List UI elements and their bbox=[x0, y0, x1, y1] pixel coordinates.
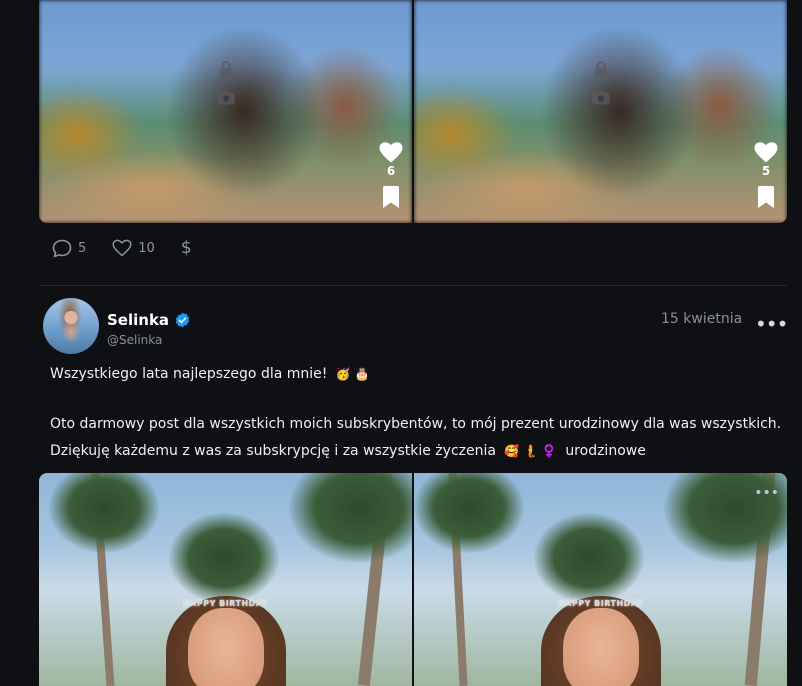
blurred-preview bbox=[414, 0, 787, 223]
post-text-line: Oto darmowy post dla wszystkich moich su… bbox=[50, 416, 781, 432]
lock-icon bbox=[594, 61, 607, 77]
like-count: 10 bbox=[138, 240, 155, 256]
subject-face bbox=[562, 608, 639, 686]
lock-icon bbox=[219, 61, 232, 77]
blurred-preview bbox=[39, 0, 412, 223]
comment-icon bbox=[52, 239, 72, 257]
dollar-icon: $ bbox=[180, 238, 192, 258]
camera-icon bbox=[592, 91, 609, 105]
verified-badge-icon bbox=[175, 312, 190, 327]
post2-media-row: HAPPY BIRTHDAY HAPPY BIRTHDAY ••• bbox=[39, 473, 787, 686]
post-text: Oto darmowy post dla wszystkich moich su… bbox=[50, 416, 782, 432]
bookmark-icon[interactable] bbox=[758, 186, 774, 208]
emoji-group: 🥰 🧜 ♀️ bbox=[504, 444, 557, 458]
party-emoji: 🥳 🎂 bbox=[335, 367, 370, 381]
post-text: Wszystkiego lata najlepszego dla mnie! bbox=[50, 366, 328, 382]
media-indicator-dots[interactable]: ••• bbox=[754, 485, 779, 501]
media-side-actions: 6 bbox=[378, 142, 404, 208]
tiara: HAPPY BIRTHDAY bbox=[182, 599, 269, 608]
heart-icon[interactable] bbox=[754, 142, 778, 163]
post-text-line: Dziękuję każdemu z was za subskrypcję i … bbox=[50, 443, 646, 459]
comment-count: 5 bbox=[78, 240, 87, 256]
avatar[interactable] bbox=[43, 298, 99, 354]
media-side-actions: 5 bbox=[753, 142, 779, 208]
post-text: urodzinowe bbox=[565, 443, 646, 459]
heart-outline-icon bbox=[112, 239, 132, 257]
camera-icon bbox=[217, 91, 234, 105]
heart-icon[interactable] bbox=[379, 142, 403, 163]
media-item[interactable]: HAPPY BIRTHDAY bbox=[39, 473, 412, 686]
comment-button[interactable]: 5 bbox=[52, 239, 86, 258]
post1-media-row: 6 5 bbox=[39, 0, 787, 223]
bookmark-icon[interactable] bbox=[383, 186, 399, 208]
author-name[interactable]: Selinka bbox=[107, 311, 191, 329]
like-button[interactable]: 10 bbox=[112, 239, 155, 257]
subject-face bbox=[187, 608, 264, 686]
post-text: Dziękuję każdemu z was za subskrypcję i … bbox=[50, 443, 496, 459]
post-date[interactable]: 15 kwietnia bbox=[661, 311, 742, 327]
post-text-line: Wszystkiego lata najlepszego dla mnie! 🥳… bbox=[50, 366, 370, 382]
author-name-text: Selinka bbox=[107, 311, 170, 329]
locked-media-item[interactable]: 5 bbox=[414, 0, 787, 223]
media-like-count: 6 bbox=[386, 164, 396, 178]
media-like-count: 5 bbox=[761, 164, 771, 178]
tip-button[interactable]: $ bbox=[181, 238, 192, 258]
author-handle[interactable]: @Selinka bbox=[107, 333, 162, 347]
media-item[interactable]: HAPPY BIRTHDAY ••• bbox=[414, 473, 787, 686]
post-actions-bar: 5 10 $ bbox=[52, 238, 218, 258]
more-options-button[interactable]: ••• bbox=[755, 312, 788, 336]
palm-leaves bbox=[169, 513, 279, 603]
post-divider bbox=[39, 285, 787, 286]
tiara: HAPPY BIRTHDAY bbox=[557, 599, 644, 608]
palm-leaves bbox=[534, 513, 644, 603]
locked-media-item[interactable]: 6 bbox=[39, 0, 412, 223]
